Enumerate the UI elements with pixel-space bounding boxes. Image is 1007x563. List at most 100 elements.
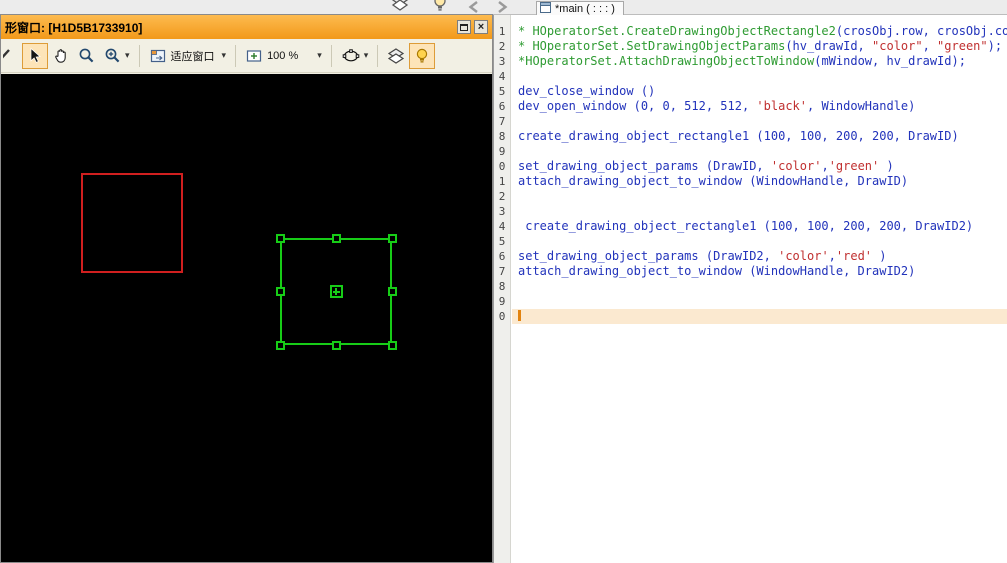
- graphics-window-title: 形窗口: [H1D5B1733910]: [5, 20, 143, 35]
- line-number[interactable]: 5: [494, 234, 510, 249]
- line-number[interactable]: 7: [494, 264, 510, 279]
- toolbar-separator: [138, 44, 140, 67]
- line-number[interactable]: 9: [494, 294, 510, 309]
- code-segment: set_drawing_object_params (DrawID,: [518, 159, 771, 173]
- zoom-level-combo[interactable]: 100 % ▾: [241, 43, 326, 69]
- code-line[interactable]: [512, 144, 1007, 159]
- line-number[interactable]: 8: [494, 279, 510, 294]
- lamp-icon[interactable]: [430, 0, 452, 14]
- code-segment: ,: [821, 159, 829, 173]
- line-number[interactable]: 0: [494, 309, 510, 324]
- toolbar-separator: [330, 44, 332, 67]
- code-segment: attach_drawing_object_to_window (WindowH…: [518, 174, 909, 188]
- zoom-in-button[interactable]: ▾: [100, 43, 134, 69]
- line-number[interactable]: 1: [494, 174, 510, 189]
- hdevelop-screen: *main ( : : : ) 形窗口: [H1D5B1733910] × ▾ …: [0, 0, 1007, 563]
- code-line[interactable]: attach_drawing_object_to_window (WindowH…: [512, 174, 1007, 189]
- code-line[interactable]: dev_open_window (0, 0, 512, 512, 'black'…: [512, 99, 1007, 114]
- code-segment: 'green': [828, 159, 880, 173]
- code-segment: );: [987, 39, 1003, 53]
- selection-handle[interactable]: [275, 287, 285, 296]
- line-number[interactable]: 6: [494, 99, 510, 114]
- selection-handle[interactable]: [275, 340, 285, 350]
- code-line[interactable]: [512, 234, 1007, 249]
- code-line[interactable]: [512, 279, 1007, 294]
- code-segment: (crosObj.row, crosObj.colum: [835, 24, 1007, 38]
- layers-button[interactable]: [383, 43, 409, 69]
- pen-tool-icon[interactable]: [3, 44, 13, 68]
- red-rectangle[interactable]: [81, 173, 183, 273]
- line-number[interactable]: 6: [494, 249, 510, 264]
- line-number[interactable]: 8: [494, 129, 510, 144]
- code-line[interactable]: *HOperatorSet.AttachDrawingObjectToWindo…: [512, 54, 1007, 69]
- draw-shape-button[interactable]: ▾: [337, 43, 373, 69]
- back-arrow-icon[interactable]: [466, 0, 486, 14]
- graphics-window-titlebar[interactable]: 形窗口: [H1D5B1733910] ×: [1, 15, 492, 39]
- code-line[interactable]: set_drawing_object_params (DrawID2, 'col…: [512, 249, 1007, 264]
- code-line[interactable]: * HOperatorSet.CreateDrawingObjectRectan…: [512, 24, 1007, 39]
- line-number[interactable]: 2: [494, 189, 510, 204]
- code-line[interactable]: [512, 189, 1007, 204]
- dropdown-arrow-icon[interactable]: ▾: [125, 50, 130, 61]
- code-segment: 'color': [778, 249, 829, 263]
- selection-handle[interactable]: [387, 340, 397, 350]
- code-line[interactable]: dev_close_window (): [512, 84, 1007, 99]
- code-segment: ,: [828, 249, 836, 263]
- code-lines[interactable]: * HOperatorSet.CreateDrawingObjectRectan…: [512, 15, 1007, 563]
- code-line[interactable]: [512, 114, 1007, 129]
- selection-handle[interactable]: [331, 340, 341, 350]
- code-segment: set_drawing_object_params (DrawID2,: [518, 249, 779, 263]
- line-number[interactable]: 4: [494, 219, 510, 234]
- line-number[interactable]: 9: [494, 144, 510, 159]
- pointer-tool-button[interactable]: [22, 42, 48, 69]
- selection-handle-center[interactable]: [329, 285, 343, 298]
- code-line[interactable]: [512, 294, 1007, 309]
- code-line[interactable]: [512, 309, 1007, 324]
- top-toolbar-strip: *main ( : : : ): [0, 0, 1007, 15]
- selection-handle[interactable]: [387, 287, 397, 296]
- dropdown-arrow-icon[interactable]: ▾: [364, 50, 369, 61]
- code-segment: "color": [872, 39, 923, 53]
- zoom-tool-button[interactable]: [74, 43, 100, 69]
- fit-window-button[interactable]: 适应窗口 ▾: [145, 43, 231, 69]
- code-segment: , WindowHandle): [807, 99, 916, 113]
- line-number[interactable]: 3: [494, 54, 510, 69]
- code-segment: * HOperatorSet.SetDrawingObjectParams: [518, 39, 786, 53]
- maximize-button[interactable]: [457, 20, 471, 34]
- dropdown-arrow-icon[interactable]: ▾: [317, 50, 322, 61]
- selection-handle[interactable]: [275, 233, 285, 243]
- code-line[interactable]: attach_drawing_object_to_window (WindowH…: [512, 264, 1007, 279]
- lamp-toggle-button[interactable]: [409, 42, 436, 69]
- line-number[interactable]: 3: [494, 204, 510, 219]
- code-segment: * HOperatorSet.CreateDrawingObjectRectan…: [518, 24, 836, 38]
- layers-icon[interactable]: [390, 0, 412, 14]
- line-number[interactable]: 2: [494, 39, 510, 54]
- code-line[interactable]: [512, 69, 1007, 84]
- tab-main-program[interactable]: *main ( : : : ): [536, 1, 624, 15]
- code-line[interactable]: set_drawing_object_params (DrawID, 'colo…: [512, 159, 1007, 174]
- code-line[interactable]: create_drawing_object_rectangle1 (100, 1…: [512, 129, 1007, 144]
- code-segment: dev_open_window (0, 0, 512, 512,: [518, 99, 757, 113]
- close-button[interactable]: ×: [474, 20, 488, 34]
- line-number[interactable]: 0: [494, 159, 510, 174]
- forward-arrow-icon[interactable]: [492, 0, 512, 14]
- line-number-gutter[interactable]: 12345678901234567890: [494, 15, 511, 563]
- maximize-icon: [460, 23, 468, 31]
- line-number[interactable]: 5: [494, 84, 510, 99]
- code-line[interactable]: [512, 204, 1007, 219]
- code-line[interactable]: * HOperatorSet.SetDrawingObjectParams(hv…: [512, 39, 1007, 54]
- code-line[interactable]: create_drawing_object_rectangle1 (100, 1…: [512, 219, 1007, 234]
- code-segment: (mWindow, hv_drawId);: [814, 54, 966, 68]
- dropdown-arrow-icon[interactable]: ▾: [222, 50, 227, 61]
- selection-handle[interactable]: [387, 233, 397, 243]
- window-controls: ×: [457, 20, 488, 34]
- selection-handle[interactable]: [331, 233, 341, 243]
- line-number[interactable]: 1: [494, 24, 510, 39]
- graphics-canvas[interactable]: [1, 74, 492, 562]
- line-number[interactable]: 7: [494, 114, 510, 129]
- pan-tool-button[interactable]: [48, 43, 74, 69]
- graphics-toolbar: ▾ 适应窗口 ▾ 100 % ▾ ▾: [1, 39, 492, 73]
- line-number[interactable]: 4: [494, 69, 510, 84]
- zoom-level-value: 100 %: [267, 49, 299, 62]
- code-segment: "green": [937, 39, 988, 53]
